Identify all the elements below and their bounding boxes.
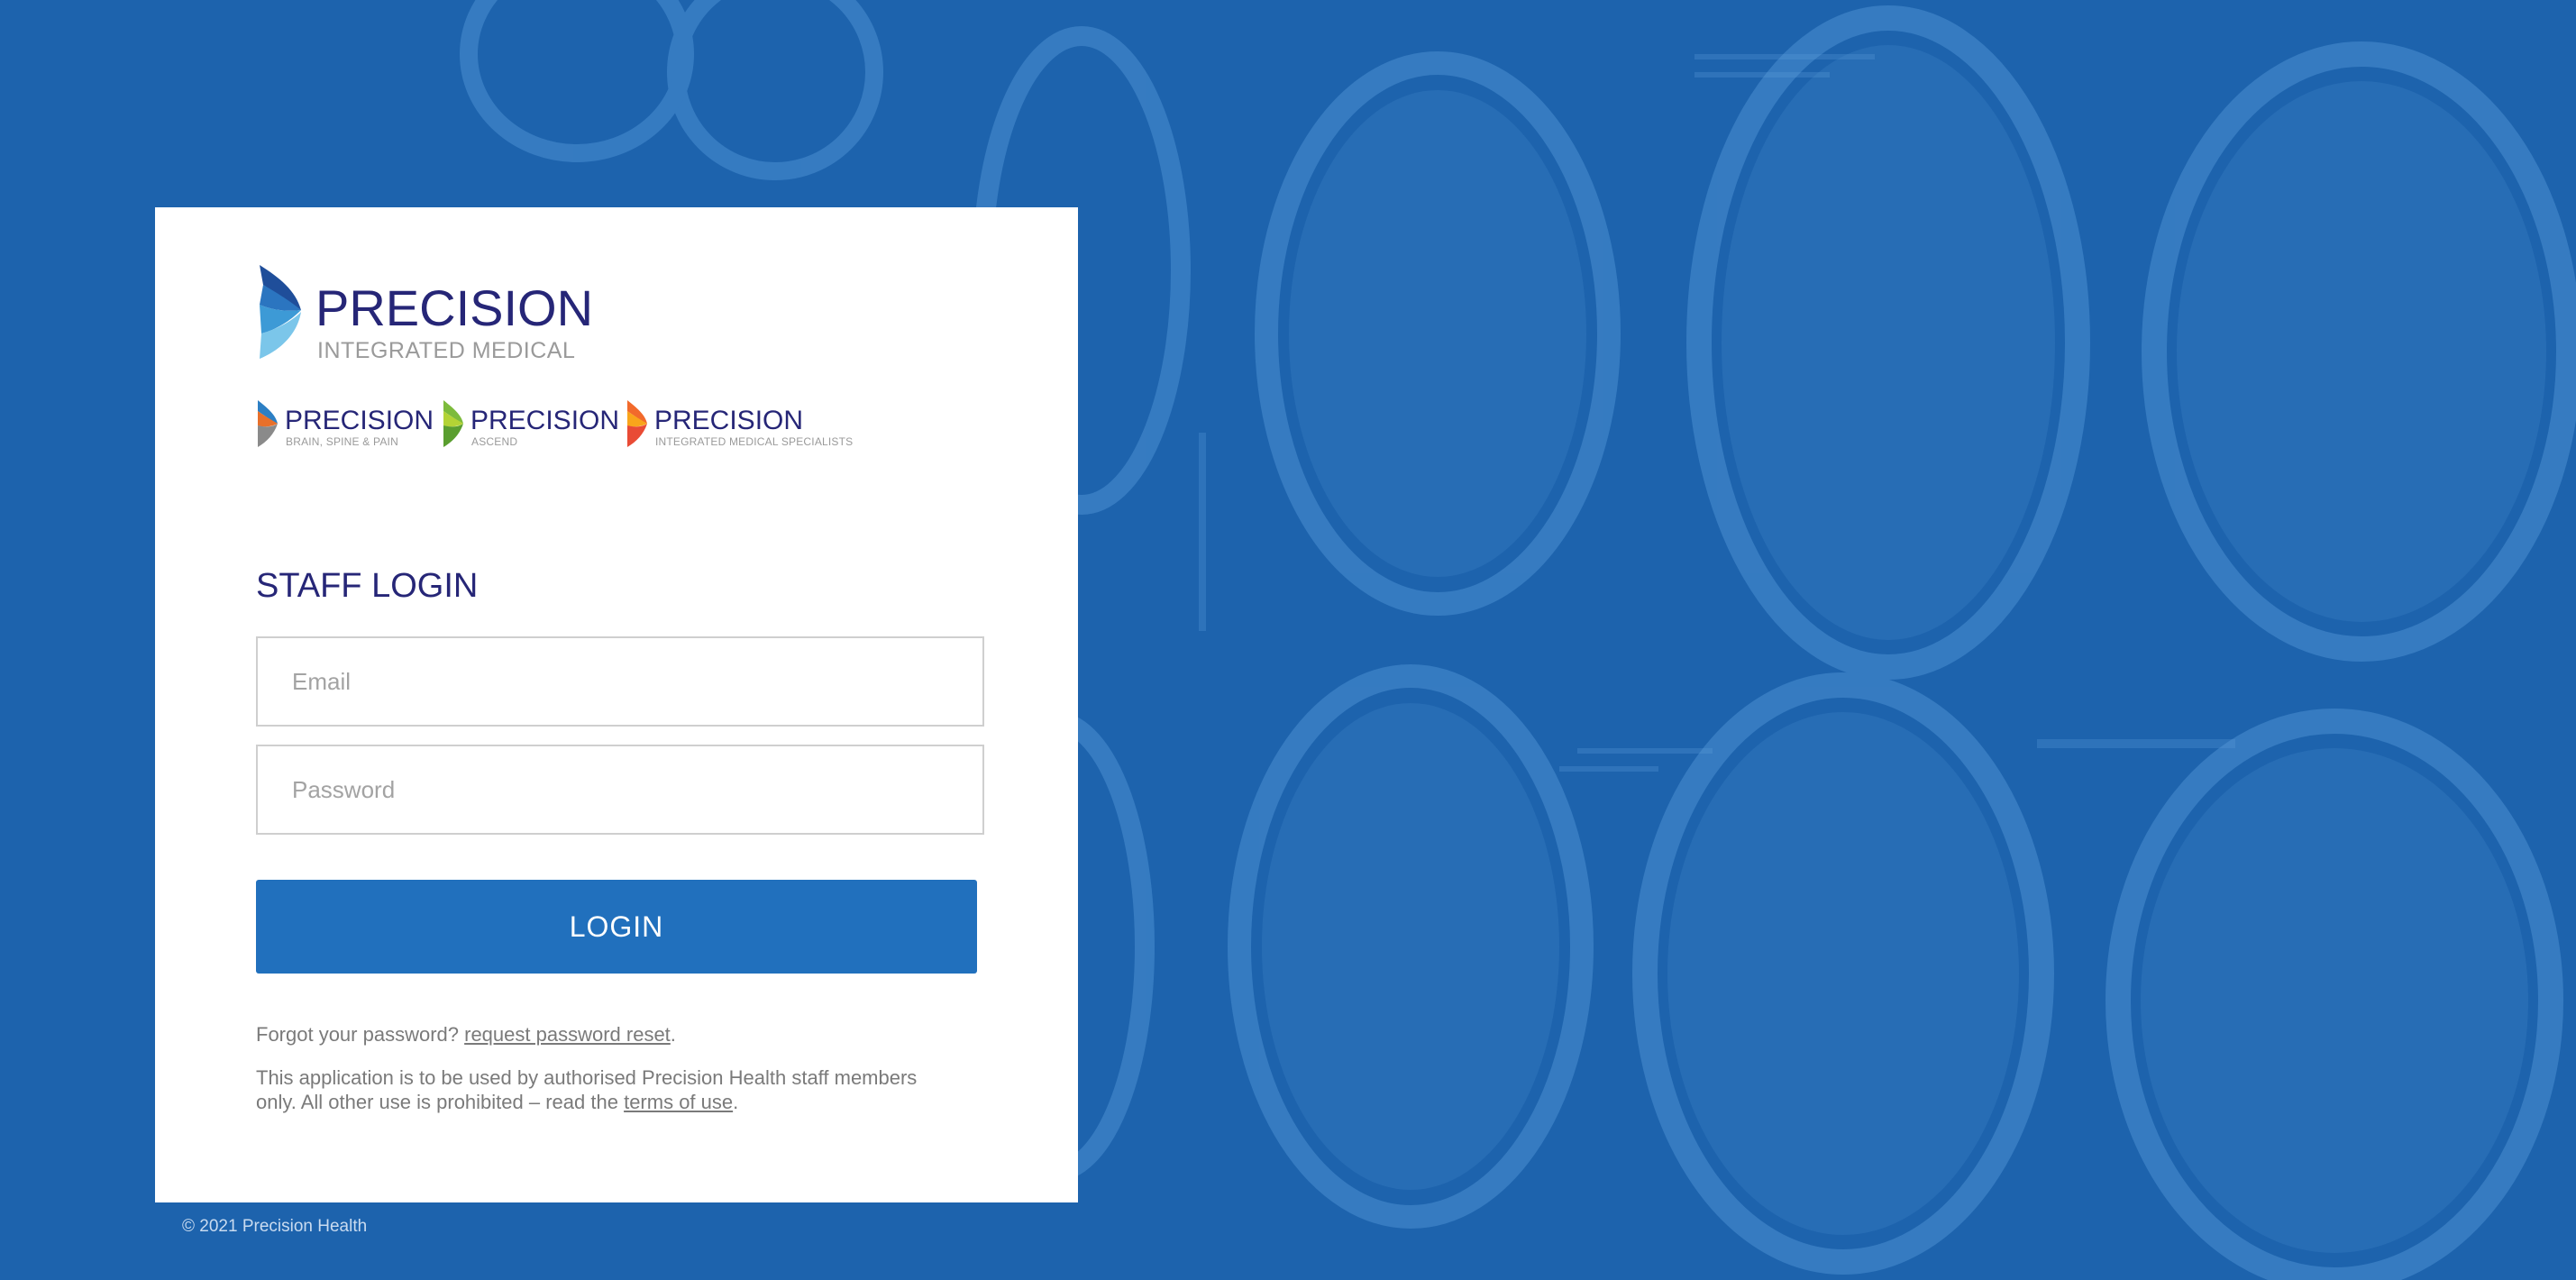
login-card: PRECISION INTEGRATED MEDICAL PRECISION B… bbox=[155, 207, 1078, 1202]
staff-login-heading: STAFF LOGIN bbox=[256, 567, 479, 605]
footer-copyright: © 2021 Precision Health bbox=[182, 1217, 368, 1236]
notice-period: . bbox=[733, 1091, 739, 1113]
sub-brand-subtitle: ASCEND bbox=[471, 435, 518, 448]
sub-brand-name: PRECISION bbox=[285, 406, 434, 435]
usage-notice-text: This application is to be used by author… bbox=[256, 1066, 918, 1113]
sub-brand-logos: PRECISION BRAIN, SPINE & PAIN PRECISION … bbox=[256, 400, 887, 454]
precision-leaf-icon bbox=[260, 265, 301, 359]
sub-brand-subtitle: BRAIN, SPINE & PAIN bbox=[286, 435, 398, 448]
precision-logo: PRECISION INTEGRATED MEDICAL bbox=[256, 265, 598, 364]
email-field[interactable] bbox=[256, 636, 984, 727]
sub-brand-name: PRECISION bbox=[470, 406, 620, 435]
sub-brand-subtitle: INTEGRATED MEDICAL SPECIALISTS bbox=[655, 435, 854, 448]
password-field[interactable] bbox=[256, 745, 984, 835]
forgot-password-label: Forgot your password? bbox=[256, 1023, 459, 1046]
forgot-password-text: Forgot your password? request password r… bbox=[256, 1022, 676, 1047]
ascend-leaf-icon bbox=[443, 400, 463, 447]
request-password-reset-link[interactable]: request password reset bbox=[464, 1023, 671, 1046]
terms-of-use-link[interactable]: terms of use bbox=[624, 1091, 733, 1113]
brain-spine-pain-leaf-icon bbox=[258, 400, 278, 447]
sub-brand-name: PRECISION bbox=[654, 406, 804, 435]
integrated-medical-specialists-leaf-icon bbox=[627, 400, 647, 447]
forgot-period: . bbox=[670, 1023, 676, 1046]
brand-name: PRECISION bbox=[315, 279, 594, 336]
brand-subtitle: INTEGRATED MEDICAL bbox=[317, 338, 576, 363]
login-button[interactable]: LOGIN bbox=[256, 880, 977, 974]
usage-notice: This application is to be used by author… bbox=[256, 1065, 959, 1114]
